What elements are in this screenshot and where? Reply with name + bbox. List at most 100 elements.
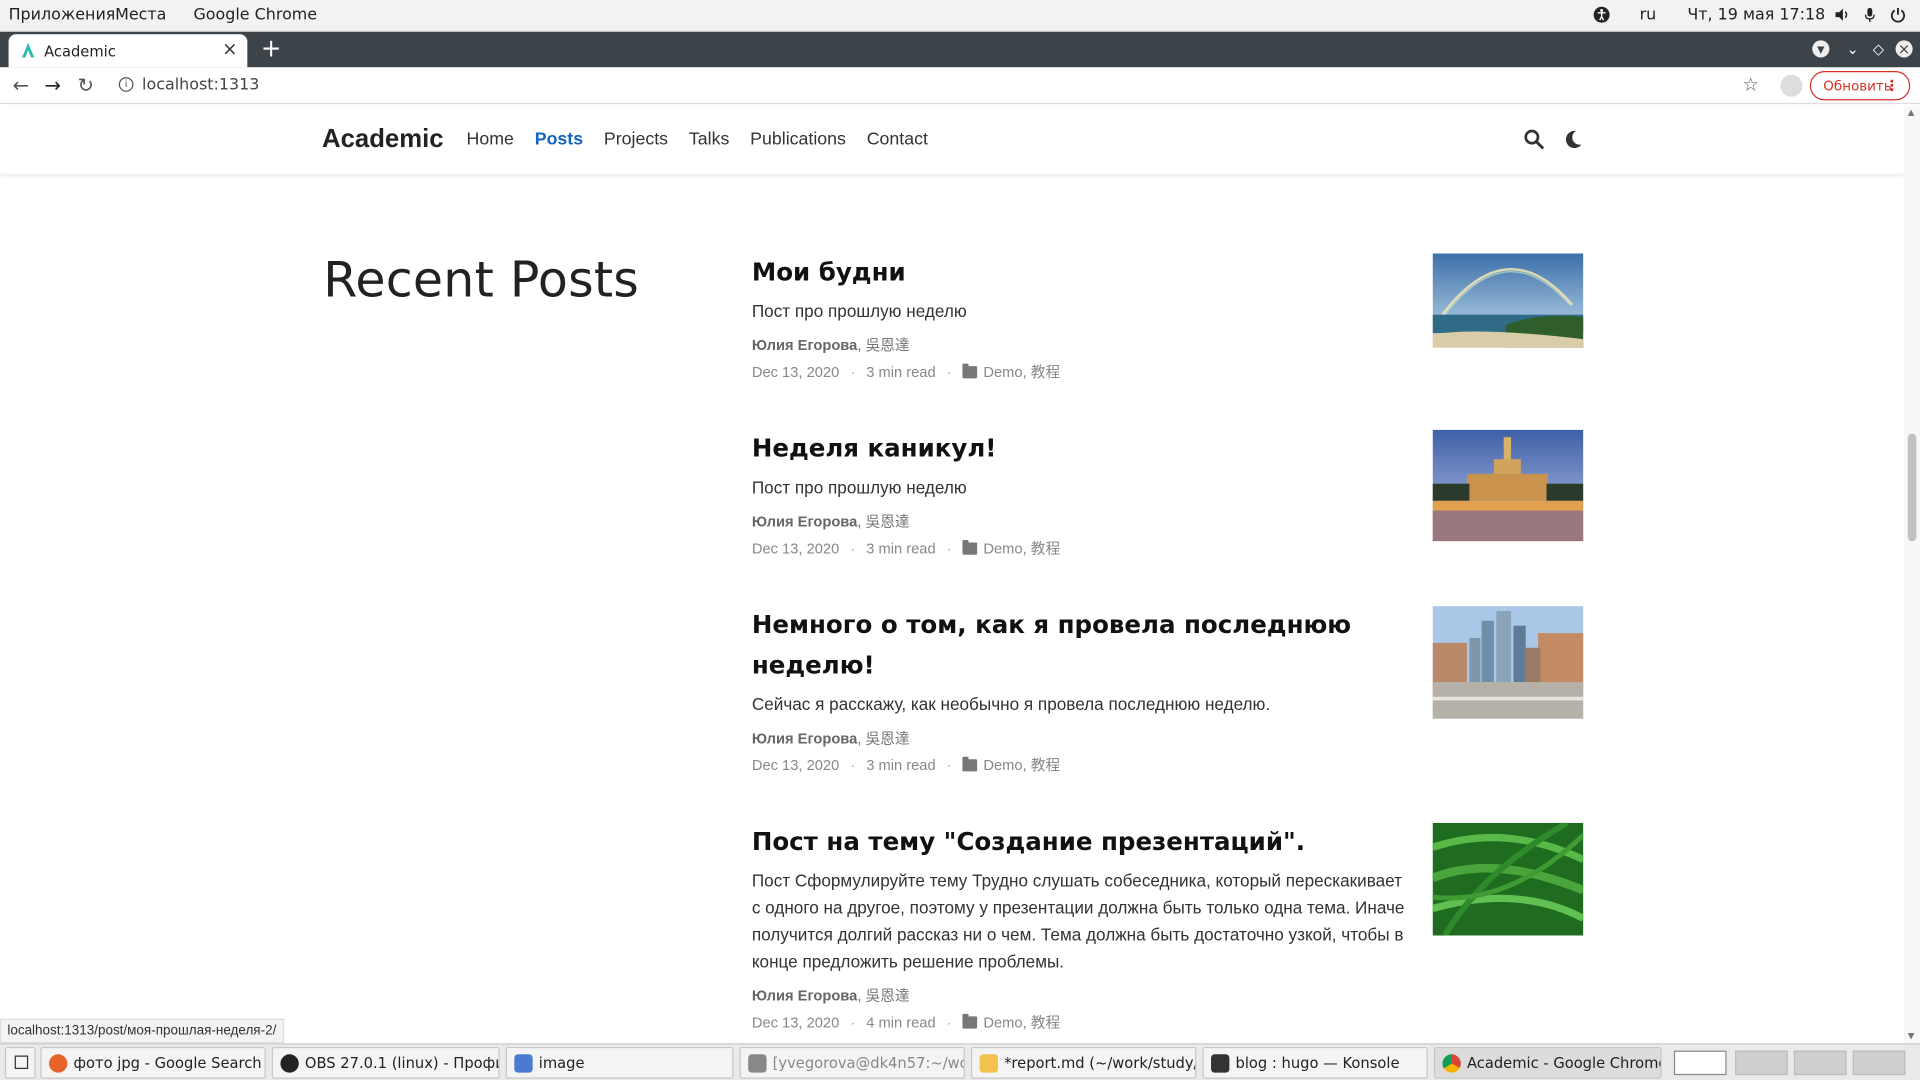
maximize-icon[interactable]: ◇ bbox=[1870, 40, 1887, 57]
post-item: Немного о том, как я провела последнюю н… bbox=[752, 605, 1585, 775]
update-label: Обновить bbox=[1823, 78, 1892, 95]
post-thumbnail-moscow-city[interactable] bbox=[1432, 606, 1584, 719]
folder-icon bbox=[962, 1013, 978, 1028]
microphone-icon[interactable] bbox=[1861, 6, 1878, 23]
post-author-main[interactable]: Юлия Егорова bbox=[752, 337, 857, 354]
post-date: Dec 13, 2020 bbox=[751, 1013, 840, 1031]
close-window-icon[interactable]: × bbox=[1895, 40, 1913, 58]
post-author-rest[interactable]: , 吳恩達 bbox=[857, 513, 909, 530]
post-author-main[interactable]: Юлия Егорова bbox=[752, 513, 857, 530]
post-thumbnail-msu-night[interactable] bbox=[1432, 429, 1584, 542]
system-top-bar: Приложения Места Google Chrome ru Чт, 19… bbox=[0, 0, 1920, 32]
menu-dots-icon: ⋮ bbox=[1884, 77, 1900, 95]
site-navbar: Academic Home Posts Projects Talks Publi… bbox=[0, 105, 1905, 174]
bookmark-star-icon[interactable]: ☆ bbox=[1742, 73, 1758, 95]
post-summary: Пост Сформулируйте тему Трудно слушать с… bbox=[751, 870, 1405, 972]
post-author-rest[interactable]: , 吳恩達 bbox=[857, 337, 909, 354]
profile-avatar-icon[interactable] bbox=[1780, 74, 1803, 97]
page-scrollbar[interactable]: ▲ ▼ bbox=[1904, 105, 1920, 1044]
workspace-3[interactable] bbox=[1793, 1050, 1847, 1076]
reload-icon[interactable]: ↻ bbox=[75, 74, 97, 97]
post-categories[interactable]: Demo, 教程 bbox=[983, 538, 1060, 559]
task-terminal[interactable]: [yvegorova@dk4n57:~/wor... bbox=[739, 1046, 965, 1079]
dark-mode-moon-icon[interactable] bbox=[1562, 129, 1583, 150]
task-editor[interactable]: *report.md (~/work/study/2... bbox=[971, 1046, 1197, 1079]
tab-academic[interactable]: Academic × bbox=[8, 34, 248, 68]
tab-search-icon[interactable]: ▾ bbox=[1812, 40, 1830, 58]
search-icon[interactable] bbox=[1523, 129, 1544, 150]
post-title[interactable]: Пост на тему "Создание презентаций". bbox=[752, 822, 1389, 862]
post-thumbnail-rainbow-beach[interactable] bbox=[1432, 253, 1584, 348]
volume-icon[interactable] bbox=[1833, 6, 1850, 23]
back-icon[interactable]: ← bbox=[10, 74, 32, 97]
image-viewer-icon bbox=[514, 1054, 533, 1073]
post-date: Dec 13, 2020 bbox=[751, 756, 840, 774]
nav-posts[interactable]: Posts bbox=[535, 130, 583, 150]
task-konsole[interactable]: blog : hugo — Konsole bbox=[1202, 1046, 1428, 1079]
post-title[interactable]: Немного о том, как я провела последнюю н… bbox=[752, 605, 1389, 686]
new-tab-icon[interactable]: + bbox=[261, 33, 282, 62]
workspace-4[interactable] bbox=[1852, 1050, 1906, 1076]
places-menu[interactable]: Места bbox=[115, 6, 166, 24]
nav-talks[interactable]: Talks bbox=[689, 130, 729, 150]
close-tab-icon[interactable]: × bbox=[222, 38, 237, 60]
text-editor-icon bbox=[979, 1054, 998, 1073]
post-authors: Юлия Егорова, 吳恩達 bbox=[752, 727, 1585, 748]
nav-publications[interactable]: Publications bbox=[750, 130, 846, 150]
address-bar[interactable]: localhost:1313 bbox=[142, 76, 259, 94]
task-obs[interactable]: OBS 27.0.1 (linux) - Профил... bbox=[271, 1046, 500, 1079]
task-label: image bbox=[538, 1054, 585, 1072]
post-author-main[interactable]: Юлия Егорова bbox=[752, 730, 857, 747]
show-desktop-button[interactable] bbox=[4, 1046, 36, 1079]
post-categories[interactable]: Demo, 教程 bbox=[983, 361, 1060, 382]
post-read-time: 4 min read bbox=[866, 1013, 936, 1031]
post-author-rest[interactable]: , 吳恩達 bbox=[857, 987, 909, 1004]
post-read-time: 3 min read bbox=[866, 539, 936, 557]
task-label: OBS 27.0.1 (linux) - Профил... bbox=[304, 1054, 498, 1072]
task-label: Academic - Google Chrome bbox=[1466, 1054, 1662, 1072]
scroll-down-icon[interactable]: ▼ bbox=[1908, 1031, 1915, 1041]
post-title[interactable]: Неделя каникул! bbox=[752, 429, 1389, 469]
post-author-rest[interactable]: , 吳恩達 bbox=[857, 730, 909, 747]
post-meta: Dec 13, 2020 · 3 min read · Demo, 教程 bbox=[751, 361, 1061, 382]
konsole-icon bbox=[1211, 1054, 1230, 1073]
accessibility-icon[interactable] bbox=[1593, 6, 1610, 23]
post-summary: Пост про прошлую неделю bbox=[751, 301, 967, 321]
post-read-time: 3 min read bbox=[866, 363, 936, 381]
post-meta: Dec 13, 2020 · 4 min read · Demo, 教程 bbox=[751, 1011, 1061, 1032]
workspace-2[interactable] bbox=[1735, 1050, 1788, 1076]
keyboard-layout[interactable]: ru bbox=[1640, 6, 1657, 24]
forward-icon[interactable]: → bbox=[42, 74, 64, 97]
minimize-icon[interactable]: ⌄ bbox=[1844, 40, 1861, 57]
update-button[interactable]: Обновить ⋮ bbox=[1809, 71, 1911, 101]
applications-menu[interactable]: Приложения bbox=[9, 6, 116, 24]
nav-projects[interactable]: Projects bbox=[604, 130, 668, 150]
post-thumbnail-green-grass[interactable] bbox=[1432, 822, 1584, 936]
active-app-menu[interactable]: Google Chrome bbox=[193, 6, 317, 24]
post-item: Неделя каникул! Пост про прошлую неделю … bbox=[752, 429, 1585, 559]
site-info-icon[interactable]: i bbox=[118, 77, 134, 92]
post-categories[interactable]: Demo, 教程 bbox=[983, 754, 1060, 775]
chrome-icon bbox=[1442, 1054, 1461, 1073]
task-label: фото jpg - Google Search - M... bbox=[73, 1054, 264, 1072]
post-author-main[interactable]: Юлия Егорова bbox=[752, 987, 857, 1004]
scroll-up-icon[interactable]: ▲ bbox=[1908, 108, 1915, 118]
workspace-1[interactable] bbox=[1673, 1050, 1727, 1076]
post-title[interactable]: Мои будни bbox=[752, 252, 1389, 292]
post-categories[interactable]: Demo, 教程 bbox=[983, 1011, 1060, 1032]
nav-contact[interactable]: Contact bbox=[867, 130, 928, 150]
scrollbar-thumb[interactable] bbox=[1907, 433, 1917, 542]
task-chrome[interactable]: Academic - Google Chrome bbox=[1433, 1046, 1662, 1079]
academic-favicon-icon bbox=[22, 42, 35, 58]
link-status-bubble: localhost:1313/post/моя-прошлая-неделя-2… bbox=[0, 1018, 284, 1044]
task-firefox[interactable]: фото jpg - Google Search - M... bbox=[40, 1046, 266, 1079]
task-image[interactable]: image bbox=[505, 1046, 734, 1079]
clock[interactable]: Чт, 19 мая 17:18 bbox=[1687, 6, 1825, 24]
nav-home[interactable]: Home bbox=[467, 130, 514, 150]
site-brand[interactable]: Academic bbox=[322, 125, 443, 154]
web-page: Academic Home Posts Projects Talks Publi… bbox=[0, 105, 1905, 1044]
folder-icon bbox=[962, 539, 978, 555]
post-date: Dec 13, 2020 bbox=[751, 539, 840, 557]
nav-links: Home Posts Projects Talks Publications C… bbox=[467, 130, 928, 150]
power-icon[interactable] bbox=[1889, 6, 1906, 23]
